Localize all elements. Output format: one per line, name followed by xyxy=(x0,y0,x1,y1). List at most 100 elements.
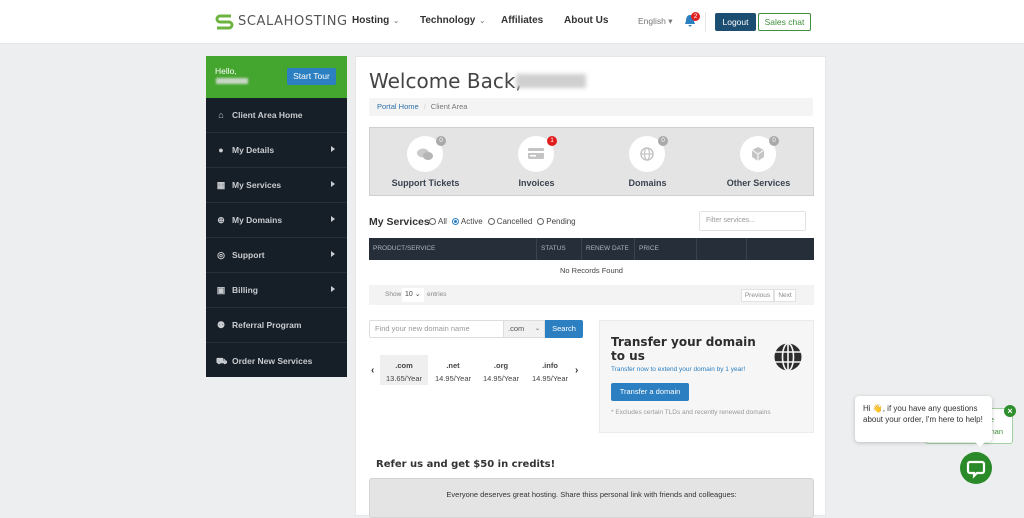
caret-right-icon xyxy=(331,251,335,257)
nav-technology[interactable]: Technology ⌄ xyxy=(420,15,485,26)
transfer-note: * Excludes certain TLDs and recently ren… xyxy=(611,409,771,416)
radio-pending[interactable]: Pending xyxy=(537,217,576,226)
radio-all[interactable]: All xyxy=(429,217,447,226)
sidebar-item-my-domains[interactable]: ⊕ My Domains xyxy=(206,203,347,238)
sidebar: Hello, Start Tour ⌂ Client Area Home ● My … xyxy=(206,56,347,377)
column-header-blank xyxy=(697,238,747,260)
tld-item[interactable]: .com 13.65/Year xyxy=(380,355,428,385)
nav-hosting[interactable]: Hosting ⌄ xyxy=(352,15,399,26)
radio-button[interactable] xyxy=(537,218,545,225)
main-panel: Welcome Back, Portal Home / Client Area 0 … xyxy=(355,56,826,518)
tld-name: .net xyxy=(446,361,460,370)
table-pagination: Show 10 ⌄ entries Previous Next xyxy=(369,285,814,305)
grid-icon: ▦ xyxy=(216,180,226,190)
sidebar-item-billing[interactable]: ▣ Billing xyxy=(206,273,347,308)
column-header-price[interactable]: PRICE xyxy=(635,238,697,260)
sidebar-item-label: My Services xyxy=(232,180,282,190)
chat-launcher-button[interactable] xyxy=(960,452,992,484)
tld-item[interactable]: .net 14.95/Year xyxy=(429,355,477,385)
chevron-right-icon[interactable]: › xyxy=(575,365,578,376)
tile-invoices[interactable]: 1 Invoices xyxy=(481,128,592,197)
breadcrumb-current: Client Area xyxy=(430,102,468,111)
service-status-filter: All Active Cancelled Pending xyxy=(429,217,576,226)
column-header-status[interactable]: STATUS xyxy=(537,238,582,260)
column-header-renew-date[interactable]: RENEW DATE xyxy=(582,238,635,260)
page-size-value: 10 xyxy=(405,291,413,298)
nav-about-us[interactable]: About Us xyxy=(564,15,608,26)
tld-name: .info xyxy=(542,361,558,370)
money-icon: ▣ xyxy=(216,285,226,295)
domain-search-button[interactable]: Search xyxy=(545,320,583,338)
breadcrumb-portal-home[interactable]: Portal Home xyxy=(377,102,419,111)
sidebar-item-label: My Details xyxy=(232,145,275,155)
chevron-down-icon: ⌄ xyxy=(479,18,486,25)
chat-greeting-bubble[interactable]: Hi 👋, if you have any questions about yo… xyxy=(855,396,992,447)
tld-item[interactable]: .info 14.95/Year xyxy=(526,355,574,385)
summary-tiles: 0 Support Tickets 1 Invoices 0 Domains 0… xyxy=(369,127,814,196)
radio-button[interactable] xyxy=(429,218,436,225)
services-table-header: PRODUCT/SERVICE STATUS RENEW DATE PRICE xyxy=(369,238,814,260)
user-icon: ● xyxy=(218,145,224,155)
page-title: Welcome Back, xyxy=(369,69,522,93)
domain-search-input[interactable]: Find your new domain name xyxy=(369,320,504,338)
tile-domains[interactable]: 0 Domains xyxy=(592,128,703,197)
nav-affiliates[interactable]: Affiliates xyxy=(501,15,543,26)
radio-label: Active xyxy=(460,217,483,226)
sidebar-item-referral-program[interactable]: ⚉ Referral Program xyxy=(206,308,347,343)
chevron-down-icon: ⌄ xyxy=(393,18,400,25)
sidebar-item-order-new-services[interactable]: ⛟ Order New Services xyxy=(206,343,347,378)
previous-page-button[interactable]: Previous xyxy=(741,289,774,302)
lifebuoy-icon: ◎ xyxy=(217,250,225,260)
transfer-subtitle[interactable]: Transfer now to extend your domain by 1 … xyxy=(611,366,745,373)
radio-active[interactable]: Active xyxy=(451,217,483,226)
tld-select[interactable]: .com ⌄ xyxy=(503,320,545,338)
page-size-select[interactable]: 10 ⌄ xyxy=(402,288,424,302)
scala-logo-icon xyxy=(215,14,234,30)
logout-button[interactable]: Logout xyxy=(715,13,756,31)
radio-button[interactable] xyxy=(451,218,459,225)
tile-other-services[interactable]: 0 Other Services xyxy=(703,128,814,197)
tile-support-tickets[interactable]: 0 Support Tickets xyxy=(370,128,481,197)
sales-chat-button[interactable]: Sales chat xyxy=(758,13,811,31)
nav-label: About Us xyxy=(564,15,609,26)
sidebar-header: Hello, Start Tour xyxy=(206,56,347,98)
column-header-blank xyxy=(747,238,814,260)
tld-name: .org xyxy=(493,361,509,370)
sidebar-item-label: Client Area Home xyxy=(232,110,303,120)
tile-label: Support Tickets xyxy=(391,178,460,188)
column-header-product[interactable]: PRODUCT/SERVICE xyxy=(369,238,537,260)
tile-label: Domains xyxy=(628,178,667,188)
start-tour-button[interactable]: Start Tour xyxy=(287,68,336,85)
top-navbar: SCALAHOSTING Hosting ⌄ Technology ⌄ Affili… xyxy=(0,0,1024,44)
brand-logo[interactable]: SCALAHOSTING xyxy=(215,13,348,30)
radio-button[interactable] xyxy=(487,218,495,225)
transfer-domain-button[interactable]: Transfer a domain xyxy=(611,383,689,401)
sidebar-item-my-details[interactable]: ● My Details xyxy=(206,133,347,168)
user-name-redacted xyxy=(516,74,586,88)
home-icon: ⌂ xyxy=(218,110,224,120)
language-selector[interactable]: English ▾ xyxy=(638,16,673,27)
transfer-domain-card: Transfer your domain to us Transfer now … xyxy=(599,320,814,433)
sidebar-item-my-services[interactable]: ▦ My Services xyxy=(206,168,347,203)
tld-price: 13.65/Year xyxy=(385,374,422,383)
users-icon: ⚉ xyxy=(216,320,226,330)
sidebar-item-client-area-home[interactable]: ⌂ Client Area Home xyxy=(206,98,347,133)
radio-label: Cancelled xyxy=(496,217,533,226)
tld-item[interactable]: .org 14.95/Year xyxy=(477,355,525,385)
sidebar-item-label: Referral Program xyxy=(232,320,302,330)
sidebar-item-label: My Domains xyxy=(232,215,283,225)
notification-badge: 2 xyxy=(691,12,700,21)
next-page-button[interactable]: Next xyxy=(774,289,796,302)
brand-name: SCALAHOSTING xyxy=(238,14,348,29)
chevron-down-icon: ⌄ xyxy=(534,326,540,332)
chevron-left-icon[interactable]: ‹ xyxy=(371,365,374,376)
tld-value: .com xyxy=(508,324,525,333)
sidebar-item-label: Billing xyxy=(232,285,258,295)
show-label: Show xyxy=(385,291,402,298)
transfer-title: Transfer your domain to us xyxy=(611,335,756,363)
radio-cancelled[interactable]: Cancelled xyxy=(487,217,533,226)
sidebar-item-support[interactable]: ◎ Support xyxy=(206,238,347,273)
nav-label: Hosting xyxy=(352,15,390,26)
filter-services-input[interactable]: Filter services... xyxy=(699,211,806,231)
close-icon[interactable]: × xyxy=(1004,405,1016,417)
